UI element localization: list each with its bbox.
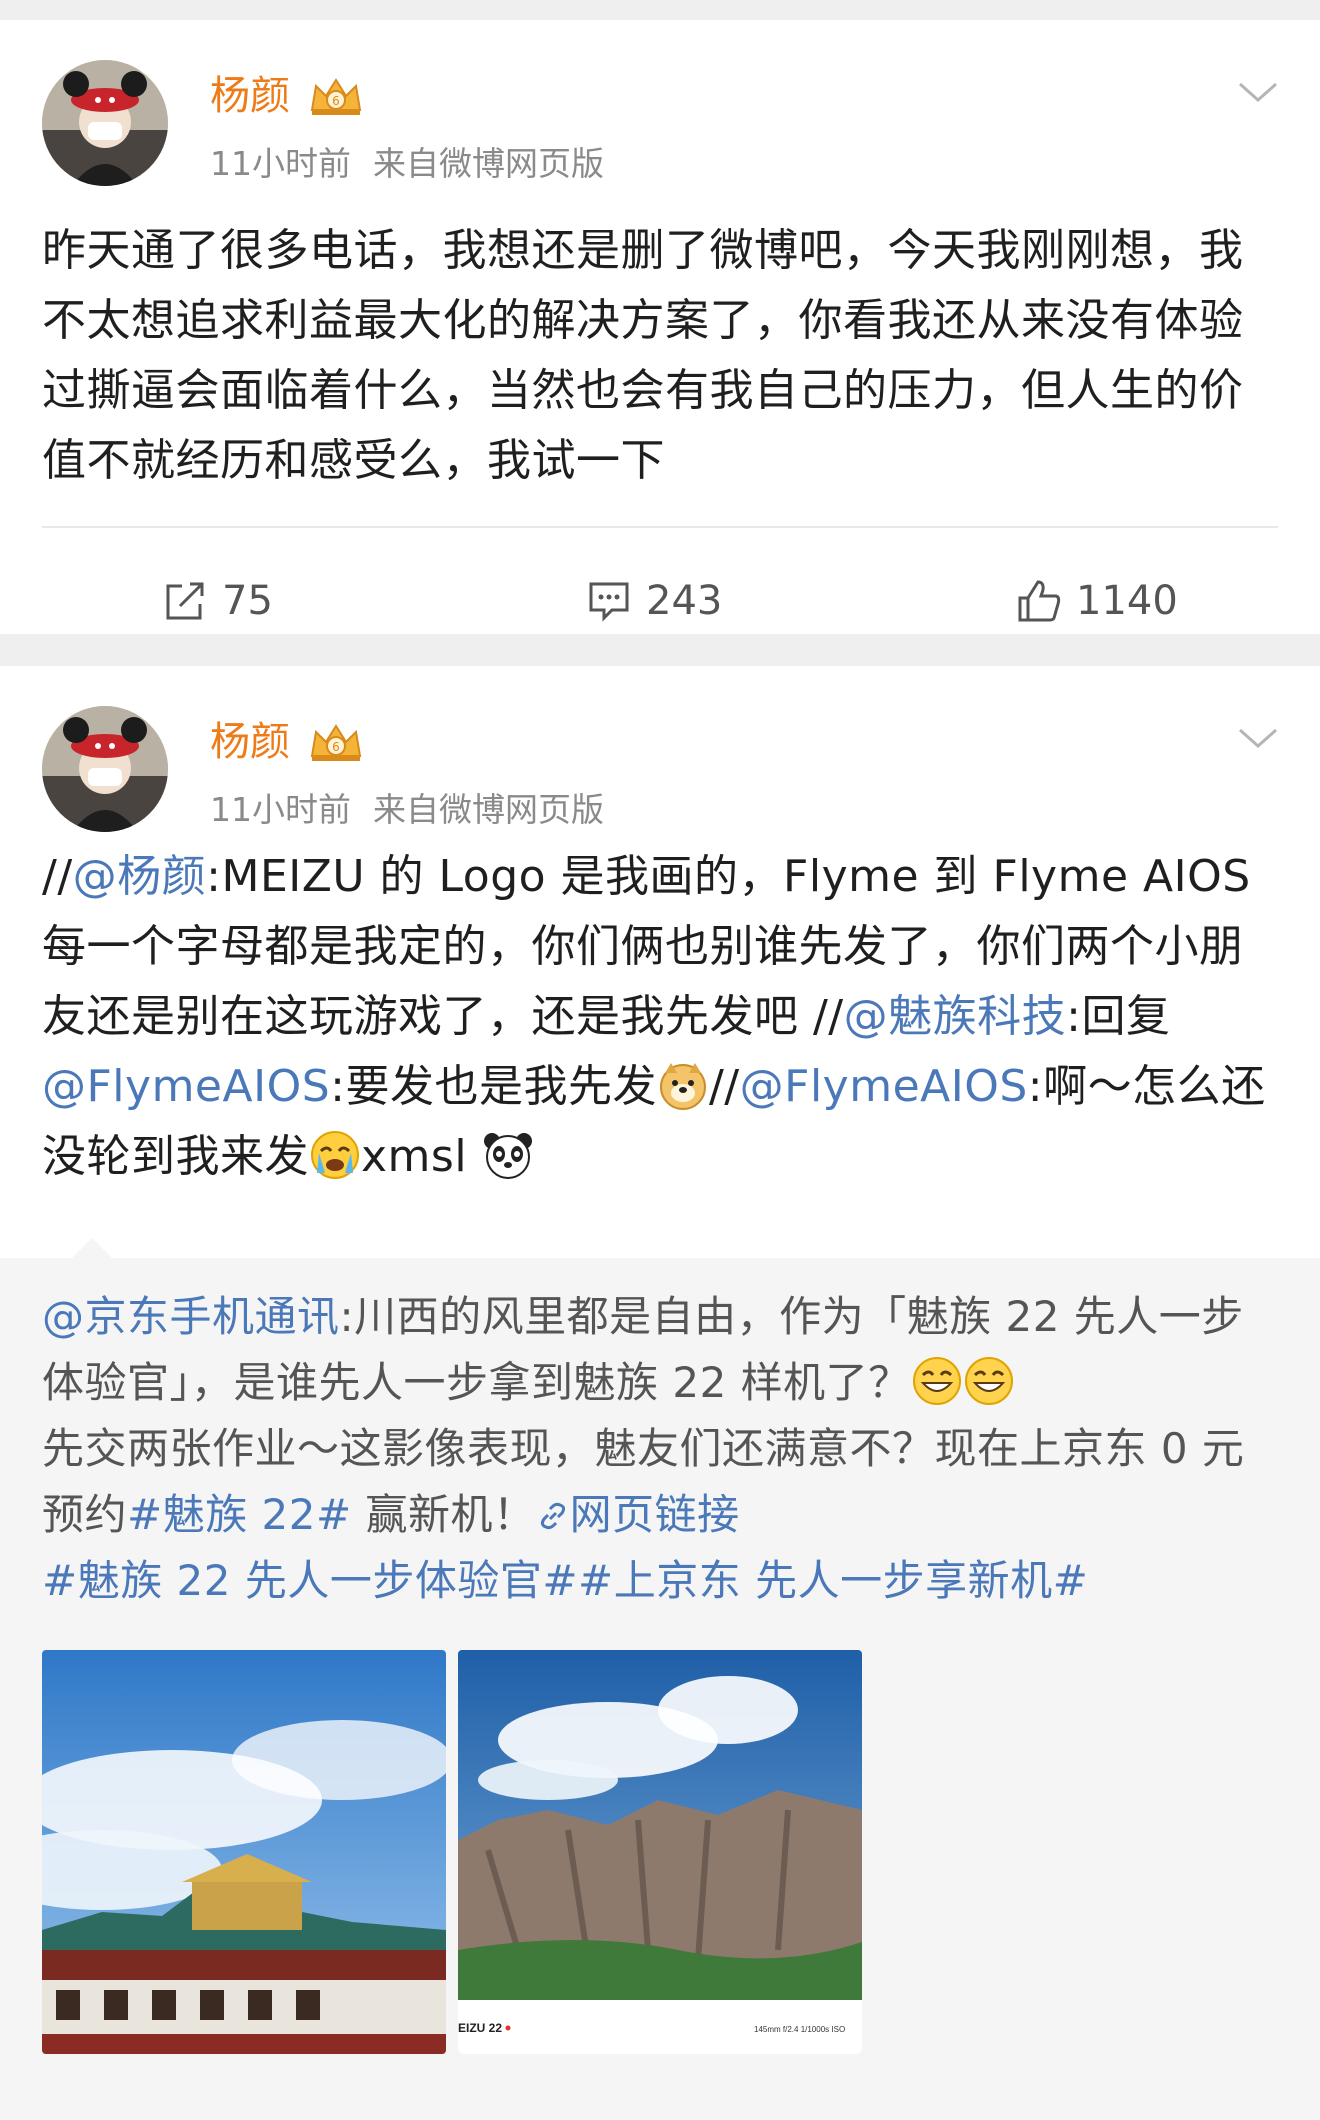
chevron-down-icon[interactable] [1236,78,1280,106]
action-bar: 75 243 1140 [0,556,1320,646]
post-text: 昨天通了很多电话，我想还是删了微博吧，今天我刚刚想，我不太想追求利益最大化的解决… [42,225,1244,486]
repost-slash: // [708,1061,740,1112]
post-text: //@杨颜:MEIZU 的 Logo 是我画的，Flyme 到 Flyme AI… [42,842,1280,1192]
post-time: 11小时前 [210,790,351,829]
svg-text:6: 6 [332,94,340,108]
weibo-post-1: 杨颜 6 11小时前 来自微博网页版 昨天通了很多电话，我想还是删了微博吧，今天我… [0,20,1320,634]
weibo-post-2: 杨颜 6 11小时前 来自微博网页版 //@杨颜:MEIZU 的 Logo 是我画… [0,666,1320,2120]
comment-button[interactable]: 243 [586,556,722,646]
post-meta: 11小时前 来自微博网页版 [210,142,604,186]
doge-emoji-icon [659,1063,706,1110]
like-button[interactable]: 1140 [1016,556,1178,646]
share-button[interactable]: 75 [162,556,273,646]
vip-crown-icon: 6 [310,724,362,761]
repost-slash: // [42,851,73,902]
comment-count: 243 [646,578,723,624]
text-segment: 赢新机！ [351,1490,536,1539]
post-meta: 11小时前 来自微博网页版 [210,788,604,832]
avatar[interactable] [42,60,168,186]
mention-link[interactable]: @杨颜 [73,851,207,902]
avatar[interactable] [42,706,168,832]
photo-thumbnail[interactable]: EIZU 22 145mm f/2.4 1/1000s ISO [458,1650,862,2054]
mention-link[interactable]: @魅族科技 [844,991,1067,1042]
like-count: 1140 [1076,578,1178,624]
text-segment: xmsl [361,1131,468,1182]
repost-block[interactable]: @京东手机通讯:川西的风里都是自由，作为「魅族 22 先人一步体验官」，是谁先人… [0,1238,1320,2120]
photo-thumbnail[interactable] [42,1650,446,2054]
text-segment: :要发也是我先发 [330,1061,657,1112]
vip-crown-icon: 6 [310,78,362,115]
post-source: 来自微博网页版 [373,144,604,183]
text-segment: :回复 [1066,991,1171,1042]
mention-link[interactable]: @FlymeAIOS [42,1061,330,1112]
crying-emoji-icon [311,1131,359,1179]
grin-emoji-icon [964,1357,1013,1405]
post-time: 11小时前 [210,144,351,183]
mention-link[interactable]: @FlymeAIOS [740,1061,1028,1112]
comment-icon [589,582,629,622]
panda-emoji-icon [483,1133,532,1179]
svg-text:6: 6 [332,740,340,754]
share-icon [166,582,204,620]
web-link-label: 网页链接 [569,1490,740,1539]
repost-notch [72,1238,112,1258]
hashtag-link[interactable]: #魅族 22 先人一步体验官##上京东 先人一步享新机# [42,1556,1088,1605]
web-link[interactable]: 网页链接 [536,1490,740,1539]
username[interactable]: 杨颜 [210,716,290,768]
post-source: 来自微博网页版 [373,790,604,829]
chevron-down-icon[interactable] [1236,724,1280,752]
thumbs-up-icon [1018,580,1061,622]
link-icon [540,1502,565,1530]
grin-emoji-icon [912,1357,961,1405]
photo-caption-right: 145mm f/2.4 1/1000s ISO [754,2025,845,2034]
username[interactable]: 杨颜 [210,70,290,122]
repost-text: @京东手机通讯:川西的风里都是自由，作为「魅族 22 先人一步体验官」，是谁先人… [42,1284,1280,1614]
divider [42,526,1278,528]
mention-link[interactable]: @京东手机通讯 [42,1292,340,1341]
share-count: 75 [222,578,273,624]
photo-caption-left: EIZU 22 [458,2021,502,2035]
hashtag-link[interactable]: #魅族 22# [127,1490,352,1539]
